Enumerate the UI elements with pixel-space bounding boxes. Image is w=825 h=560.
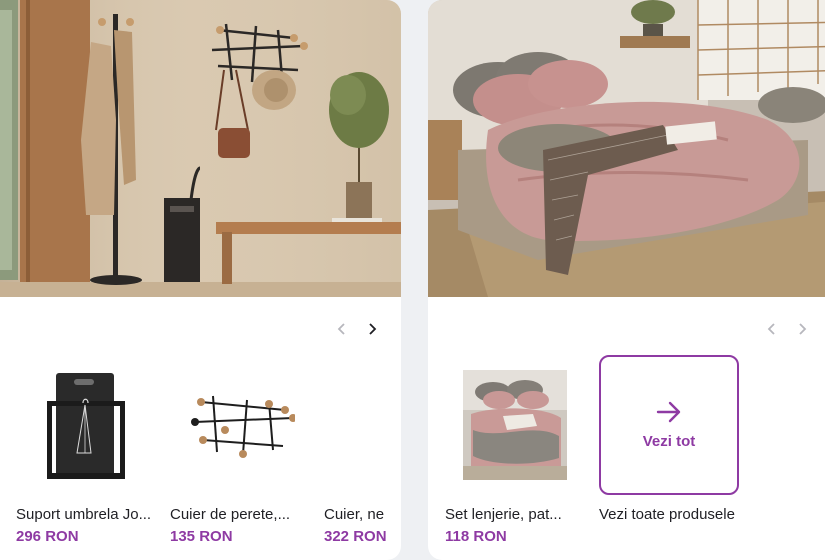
umbrella-stand-icon <box>47 373 125 479</box>
next-arrow-button[interactable] <box>797 318 809 340</box>
product-thumbnail[interactable] <box>324 355 386 495</box>
see-all-tile[interactable]: Vezi tot Vezi toate produsele <box>599 355 759 523</box>
bedding-set-icon <box>463 370 567 480</box>
chevron-left-icon <box>767 323 775 335</box>
carousel-nav <box>335 318 379 340</box>
see-all-label: Vezi tot <box>642 432 696 450</box>
wall-hook-rack-icon <box>191 395 295 458</box>
chevron-right-icon <box>369 323 377 335</box>
see-all-button[interactable]: Vezi tot <box>599 355 739 495</box>
product-card[interactable]: Suport umbrela Jo... 296 RON <box>16 355 156 545</box>
product-name[interactable]: Cuier, ne <box>324 506 386 523</box>
product-price: 135 RON <box>170 528 233 545</box>
prev-arrow-button[interactable] <box>765 318 777 340</box>
product-name[interactable]: Set lenjerie, pat... <box>445 506 585 523</box>
product-price: 118 RON <box>445 528 507 545</box>
prev-arrow-button[interactable] <box>335 318 347 340</box>
product-name[interactable]: Cuier de perete,... <box>170 506 310 523</box>
chevron-left-icon <box>337 323 345 335</box>
bedroom-hero-image[interactable] <box>428 0 825 297</box>
product-price: 322 RON <box>324 528 386 545</box>
hallway-hero-image[interactable] <box>0 0 401 297</box>
product-carousel-card-hallway: Suport umbrela Jo... 296 RON Cuier de pe… <box>0 0 401 560</box>
chevron-right-icon <box>799 323 807 335</box>
product-card[interactable]: Cuier, ne 322 RON <box>324 355 386 545</box>
next-arrow-button[interactable] <box>367 318 379 340</box>
product-thumbnail[interactable] <box>445 355 585 495</box>
product-thumbnail[interactable] <box>170 355 310 495</box>
carousel-nav <box>765 318 809 340</box>
product-carousel-card-bedroom: Set lenjerie, pat... 118 RON Vezi tot Ve… <box>428 0 825 560</box>
product-card[interactable]: Cuier de perete,... 135 RON <box>170 355 310 545</box>
see-all-caption[interactable]: Vezi toate produsele <box>599 506 759 523</box>
arrow-right-icon <box>656 401 681 422</box>
product-price: 296 RON <box>16 528 79 545</box>
product-card[interactable]: Set lenjerie, pat... 118 RON <box>445 355 585 545</box>
product-thumbnail[interactable] <box>16 355 156 495</box>
product-name[interactable]: Suport umbrela Jo... <box>16 506 156 523</box>
